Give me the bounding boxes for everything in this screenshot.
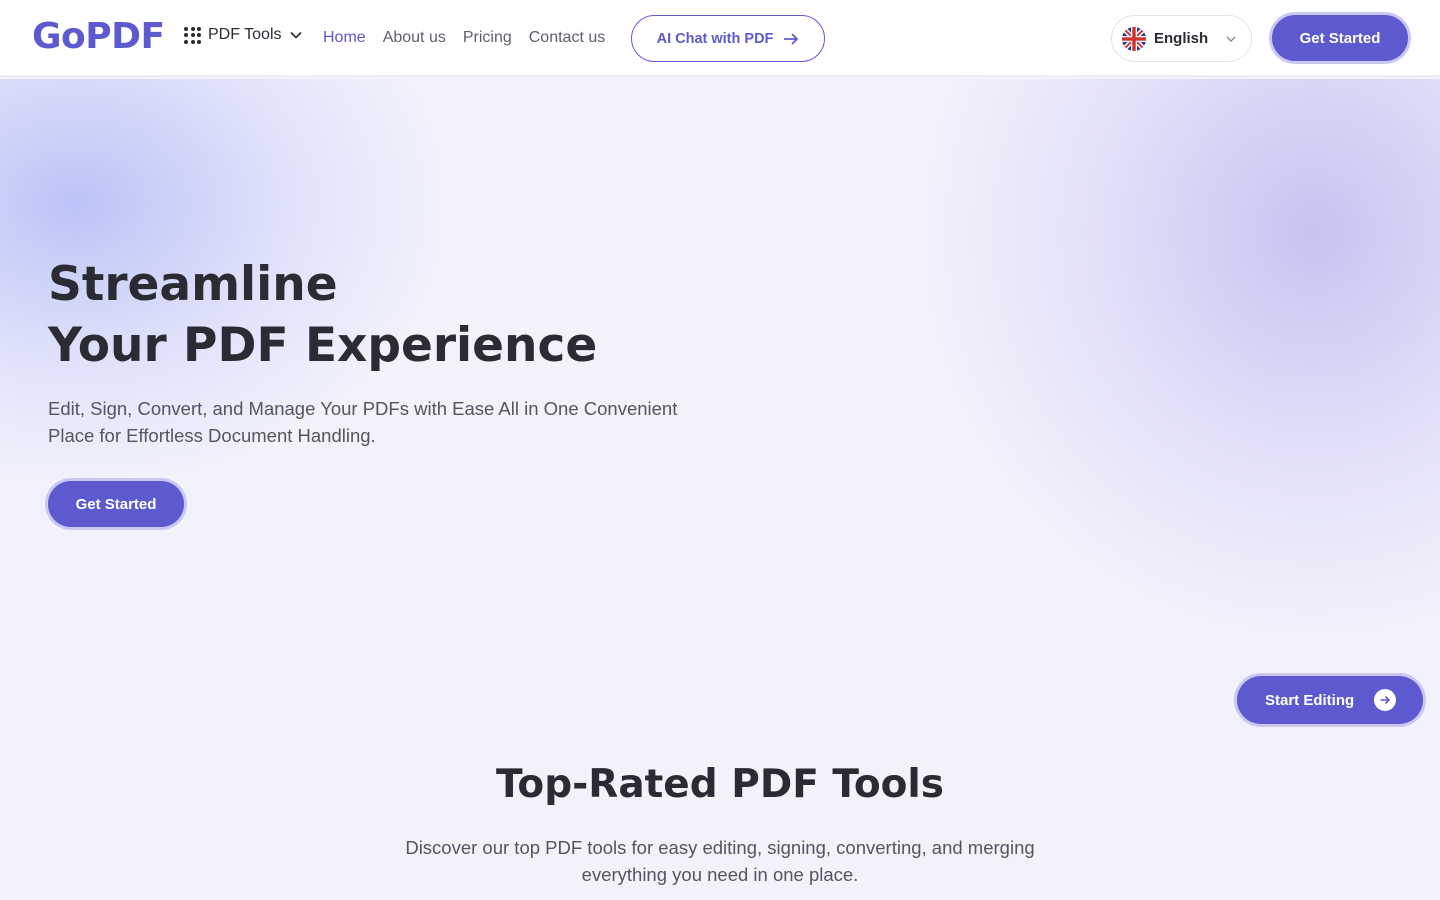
circle-arrow-right-icon	[1374, 689, 1397, 711]
top-rated-tools-subtitle: Discover our top PDF tools for easy edit…	[405, 837, 1035, 885]
hero-subtitle: Edit, Sign, Convert, and Manage Your PDF…	[48, 398, 678, 446]
hero-title-line2: Your PDF Experience	[48, 318, 598, 373]
nav-pricing[interactable]: Pricing	[463, 29, 512, 47]
pdf-tools-label: PDF Tools	[208, 26, 282, 43]
start-editing-label: Start Editing	[1265, 691, 1355, 709]
nav-home[interactable]: Home	[323, 29, 366, 47]
language-label: English	[1154, 30, 1209, 47]
language-selector[interactable]: English	[1111, 15, 1252, 62]
uk-flag-icon	[1122, 26, 1146, 51]
main-nav: Home About us Pricing Contact us	[323, 29, 605, 47]
hero-get-started-button[interactable]: Get Started	[48, 481, 184, 527]
header-get-started-button[interactable]: Get Started	[1272, 15, 1408, 61]
chevron-down-icon	[289, 31, 302, 39]
pdf-tools-menu[interactable]: PDF Tools	[184, 26, 303, 44]
chevron-down-icon	[1226, 36, 1236, 42]
hero-background-blob-right	[930, 79, 1440, 629]
arrow-right-icon	[784, 32, 799, 45]
nav-about-us[interactable]: About us	[383, 29, 446, 47]
start-editing-button[interactable]: Start Editing	[1237, 676, 1423, 724]
top-rated-tools-title: Top-Rated PDF Tools	[495, 762, 945, 807]
ai-chat-button[interactable]: AI Chat with PDF	[631, 15, 825, 62]
hero-section: Streamline Your PDF Experience Edit, Sig…	[0, 79, 1440, 900]
grid-dots-icon	[184, 26, 201, 44]
site-header: GoPDF PDF Tools Home About us Pricing Co…	[0, 0, 1440, 77]
nav-contact-us[interactable]: Contact us	[529, 29, 605, 47]
ai-chat-label: AI Chat with PDF	[656, 30, 774, 47]
hero-title: Streamline Your PDF Experience	[48, 254, 597, 376]
logo[interactable]: GoPDF	[32, 16, 165, 57]
hero-title-line1: Streamline	[48, 257, 338, 312]
